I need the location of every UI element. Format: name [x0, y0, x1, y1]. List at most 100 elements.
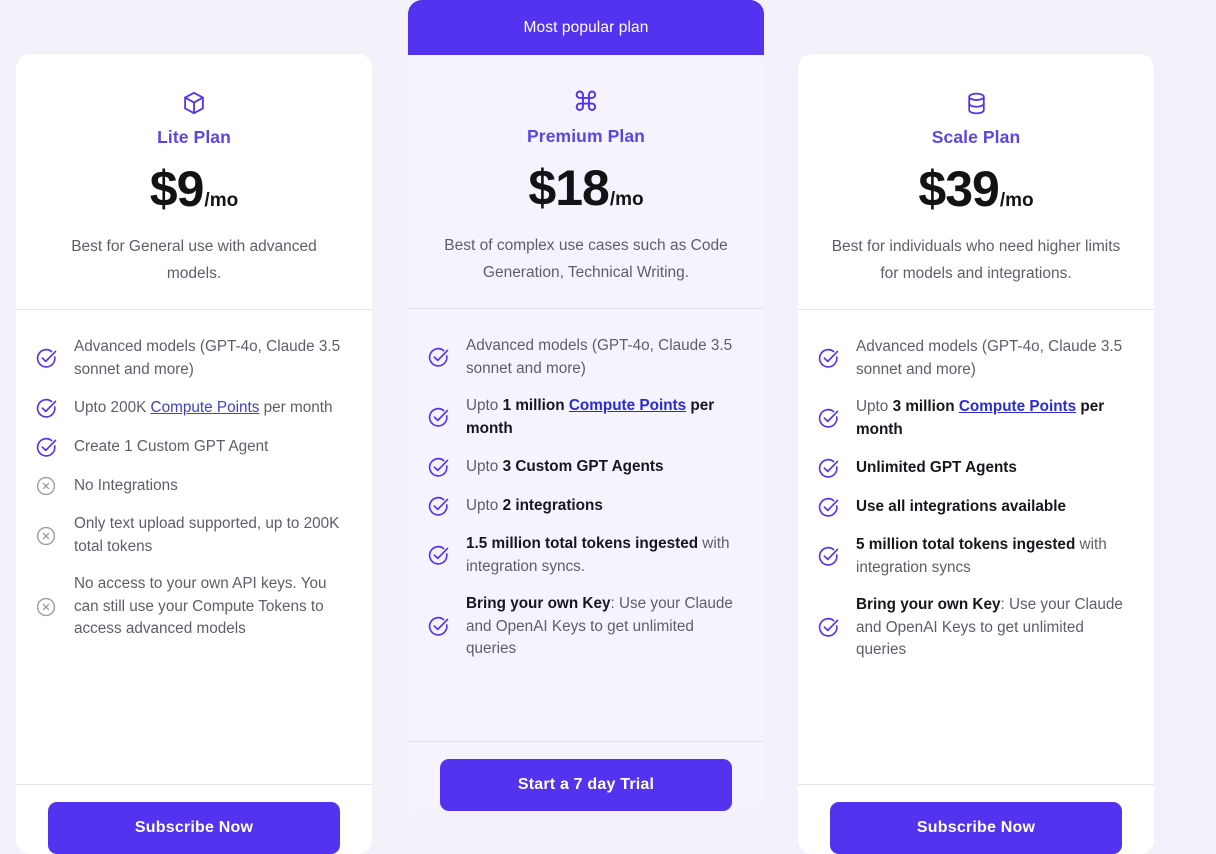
check-circle-icon: [34, 435, 58, 459]
feature-text-span: No access to your own API keys. You can …: [74, 575, 327, 638]
feature-text: Use all integrations available: [856, 496, 1066, 518]
check-circle-icon: [426, 455, 450, 479]
price-amount: $39: [918, 161, 999, 217]
feature-text-span: Advanced models (GPT-4o, Claude 3.5 sonn…: [856, 338, 1123, 378]
feature-item: Bring your own Key: Use your Claude and …: [426, 593, 742, 660]
check-circle-icon: [816, 545, 840, 569]
feature-emphasis: 1.5 million total tokens ingested: [466, 535, 699, 553]
check-circle-icon: [426, 346, 450, 370]
feature-emphasis: 3 Custom GPT Agents: [502, 458, 664, 475]
check-circle-icon: [426, 544, 450, 568]
feature-item: Create 1 Custom GPT Agent: [34, 435, 350, 459]
feature-emphasis: Unlimited GPT Agents: [856, 459, 1017, 476]
card-footer-premium: Start a 7 day Trial: [408, 741, 764, 811]
feature-item: Upto 3 million Compute Points per month: [816, 396, 1132, 441]
check-circle-icon: [816, 616, 840, 640]
feature-text: Only text upload supported, up to 200K t…: [74, 513, 350, 558]
price-scale: $39 /mo: [816, 164, 1136, 214]
feature-text: 1.5 million total tokens ingested with i…: [466, 533, 742, 578]
feature-text: Upto 1 million Compute Points per month: [466, 395, 742, 440]
plan-name-scale: Scale Plan: [931, 127, 1021, 147]
pricing-card-premium: Most popular plan ⌘ Premium Plan $18 /mo…: [408, 0, 764, 811]
price-premium: $18 /mo: [426, 163, 746, 213]
feature-text-span: Advanced models (GPT-4o, Claude 3.5 sonn…: [74, 338, 341, 378]
check-circle-icon: [426, 615, 450, 639]
feature-text: No Integrations: [74, 475, 178, 497]
feature-text-span: Upto: [856, 398, 893, 416]
feature-text: Upto 3 million Compute Points per month: [856, 396, 1132, 441]
plan-name-premium: Premium Plan: [527, 126, 645, 146]
feature-item: Upto 1 million Compute Points per month: [426, 395, 742, 440]
feature-item: 1.5 million total tokens ingested with i…: [426, 533, 742, 578]
pricing-table: Lite Plan $9 /mo Best for General use wi…: [0, 0, 1216, 854]
plan-description-scale: Best for individuals who need higher lim…: [831, 238, 1121, 282]
compute-points-link[interactable]: Compute Points: [959, 398, 1076, 415]
feature-text: Bring your own Key: Use your Claude and …: [856, 594, 1132, 661]
feature-text-span: Upto: [466, 497, 503, 514]
feature-emphasis: Use all integrations available: [856, 498, 1066, 515]
check-circle-icon: [816, 347, 840, 371]
plan-name-lite: Lite Plan: [157, 127, 231, 147]
feature-text-span: Upto: [466, 458, 503, 475]
price-amount: $18: [528, 160, 609, 216]
check-circle-icon: [426, 406, 450, 430]
feature-text: Unlimited GPT Agents: [856, 457, 1017, 479]
feature-emphasis: 5 million total tokens ingested: [856, 536, 1076, 554]
command-icon: ⌘: [572, 86, 600, 118]
card-header-scale: Scale Plan $39 /mo Best for individuals …: [798, 54, 1154, 309]
feature-list-lite: Advanced models (GPT-4o, Claude 3.5 sonn…: [16, 310, 372, 784]
feature-text-span: Create 1 Custom GPT Agent: [74, 438, 269, 456]
check-circle-icon: [426, 494, 450, 518]
subscribe-button-scale[interactable]: Subscribe Now: [830, 802, 1122, 854]
price-amount: $9: [149, 161, 205, 217]
most-popular-badge: Most popular plan: [408, 0, 764, 55]
card-footer-lite: Subscribe Now: [16, 784, 372, 854]
feature-list-scale: Advanced models (GPT-4o, Claude 3.5 sonn…: [798, 310, 1154, 784]
price-lite: $9 /mo: [34, 164, 354, 214]
feature-text: Advanced models (GPT-4o, Claude 3.5 sonn…: [856, 336, 1132, 381]
check-circle-icon: [34, 396, 58, 420]
x-circle-icon: [34, 524, 58, 548]
feature-text-span: per month: [259, 399, 333, 417]
feature-text-span: Only text upload supported, up to 200K t…: [74, 515, 340, 555]
feature-text: Create 1 Custom GPT Agent: [74, 436, 268, 458]
feature-text: Upto 200K Compute Points per month: [74, 397, 333, 419]
feature-item: No Integrations: [34, 474, 350, 498]
feature-item: 5 million total tokens ingested with int…: [816, 534, 1132, 579]
feature-item: Advanced models (GPT-4o, Claude 3.5 sonn…: [816, 336, 1132, 381]
feature-text-span: Advanced models (GPT-4o, Claude 3.5 sonn…: [466, 337, 733, 377]
check-circle-icon: [34, 347, 58, 371]
feature-item: Advanced models (GPT-4o, Claude 3.5 sonn…: [34, 336, 350, 381]
x-circle-icon: [34, 595, 58, 619]
feature-item: Only text upload supported, up to 200K t…: [34, 513, 350, 558]
feature-text: Advanced models (GPT-4o, Claude 3.5 sonn…: [74, 336, 350, 381]
feature-emphasis: 3 million: [892, 398, 959, 416]
card-header-lite: Lite Plan $9 /mo Best for General use wi…: [16, 54, 372, 309]
trial-button-premium[interactable]: Start a 7 day Trial: [440, 759, 732, 811]
pricing-card-scale: Scale Plan $39 /mo Best for individuals …: [798, 54, 1154, 854]
feature-item: Upto 2 integrations: [426, 494, 742, 518]
compute-points-link[interactable]: Compute Points: [151, 399, 260, 416]
feature-text: Upto 2 integrations: [466, 495, 603, 517]
pricing-card-lite: Lite Plan $9 /mo Best for General use wi…: [16, 54, 372, 854]
subscribe-button-lite[interactable]: Subscribe Now: [48, 802, 340, 854]
feature-text-span: No Integrations: [74, 477, 178, 495]
feature-emphasis: 2 integrations: [502, 497, 603, 514]
plan-description-premium: Best of complex use cases such as Code G…: [444, 237, 728, 281]
check-circle-icon: [816, 456, 840, 480]
price-period: /mo: [999, 190, 1034, 211]
database-icon: [816, 88, 1136, 118]
box-icon: [34, 88, 354, 118]
price-period: /mo: [609, 189, 644, 210]
plan-description-lite: Best for General use with advanced model…: [71, 238, 317, 282]
card-header-premium: ⌘ Premium Plan $18 /mo Best of complex u…: [408, 55, 764, 308]
price-period: /mo: [204, 190, 239, 211]
x-circle-icon: [34, 474, 58, 498]
compute-points-link[interactable]: Compute Points: [569, 397, 686, 414]
feature-emphasis: 1 million: [502, 397, 569, 415]
check-circle-icon: [816, 407, 840, 431]
feature-item: Advanced models (GPT-4o, Claude 3.5 sonn…: [426, 335, 742, 380]
feature-item: Use all integrations available: [816, 495, 1132, 519]
feature-item: Unlimited GPT Agents: [816, 456, 1132, 480]
feature-text-span: Upto: [466, 397, 503, 415]
